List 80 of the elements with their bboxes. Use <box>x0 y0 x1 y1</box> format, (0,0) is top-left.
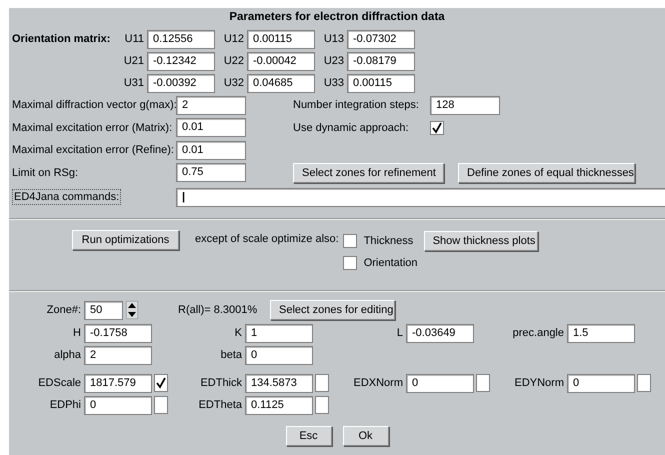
parameter-label: Maximal excitation error (Matrix): <box>12 122 172 134</box>
zone-field[interactable]: 50 <box>84 300 123 320</box>
dialog-button[interactable]: Ok <box>342 426 388 446</box>
parameter-field[interactable]: -0.03649 <box>406 324 474 342</box>
matrix-element-label: U12 <box>222 33 245 45</box>
parameter-field[interactable]: 2 <box>176 96 246 115</box>
dialog-title: Parameters for electron diffraction data <box>228 11 446 25</box>
parameter-label: EDYNorm <box>514 377 564 389</box>
matrix-element-label: U32 <box>222 77 245 89</box>
parameter-field[interactable]: 0.1125 <box>245 396 313 414</box>
matrix-element-label: U33 <box>322 77 345 89</box>
parameter-field[interactable]: 0.01 <box>176 118 246 138</box>
parameter-field[interactable]: -0.1758 <box>84 324 152 342</box>
parameter-label: Maximal diffraction vector g(max): <box>12 99 177 112</box>
spinner-icon[interactable] <box>126 301 138 319</box>
refine-checkbox[interactable] <box>315 374 329 392</box>
parameter-label: Maximal excitation error (Refine): <box>12 144 174 156</box>
matrix-element-label: U21 <box>122 55 145 67</box>
matrix-element-label: U13 <box>322 33 345 45</box>
parameter-field[interactable]: 1.5 <box>567 324 635 342</box>
matrix-element-field[interactable]: -0.00392 <box>147 74 215 92</box>
parameter-field[interactable]: 134.5873 <box>245 374 313 392</box>
zones-button[interactable]: Select zones for refinement <box>293 162 444 183</box>
matrix-element-label: U31 <box>122 77 145 89</box>
matrix-element-field[interactable]: -0.07302 <box>347 30 415 48</box>
commands-label: ED4Jana commands: <box>12 189 122 205</box>
refine-checkbox[interactable] <box>154 374 168 392</box>
parameter-label: EDXNorm <box>353 377 403 389</box>
parameter-label: EDScale <box>38 377 81 389</box>
show-plots-button[interactable]: Show thickness plots <box>424 231 538 251</box>
matrix-element-field[interactable]: 0.12556 <box>147 30 215 48</box>
r-all-value: R(all)= 8.3001% <box>178 304 258 316</box>
parameter-label: L <box>396 327 403 339</box>
dialog-button[interactable]: Esc <box>286 426 332 446</box>
parameter-label: EDThick <box>200 377 242 389</box>
parameter-label: Use dynamic approach: <box>293 122 409 134</box>
parameter-label: beta <box>220 349 242 361</box>
parameter-field[interactable]: 0.75 <box>176 163 246 182</box>
zone-label: Zone#: <box>46 304 81 316</box>
refine-checkbox[interactable] <box>476 374 490 392</box>
matrix-element-field[interactable]: 0.00115 <box>347 74 415 92</box>
parameter-field[interactable]: 1 <box>245 324 313 342</box>
matrix-element-field[interactable]: -0.12342 <box>147 52 215 70</box>
option-checkbox[interactable] <box>342 256 357 270</box>
parameter-label: K <box>234 327 242 339</box>
matrix-element-label: U22 <box>222 55 245 67</box>
parameter-field[interactable]: 0 <box>406 374 474 392</box>
parameter-field[interactable]: 0 <box>567 374 635 392</box>
parameter-field[interactable]: 1817.579 <box>84 374 152 392</box>
parameter-field[interactable]: 0.01 <box>176 140 246 160</box>
matrix-element-field[interactable]: 0.00115 <box>247 30 315 48</box>
parameter-field[interactable]: 128 <box>430 96 500 115</box>
parameter-label: EDPhi <box>50 399 81 411</box>
optimize-label: except of scale optimize also: <box>195 233 339 245</box>
parameter-field[interactable]: 0 <box>84 396 152 414</box>
option-label: Thickness <box>364 235 414 247</box>
zones-button[interactable]: Define zones of equal thicknesses <box>458 162 635 183</box>
matrix-element-label: U11 <box>124 33 145 45</box>
parameter-label: alpha <box>54 349 81 361</box>
commands-field[interactable]: | <box>176 188 665 206</box>
matrix-element-field[interactable]: 0.04685 <box>247 74 315 92</box>
matrix-element-field[interactable]: -0.00042 <box>247 52 315 70</box>
parameter-label: H <box>73 327 81 339</box>
parameter-label: Limit on RSg: <box>12 166 78 179</box>
matrix-element-label: U23 <box>322 55 345 67</box>
option-checkbox[interactable] <box>342 234 357 248</box>
parameter-label: prec.angle <box>512 327 564 339</box>
matrix-element-field[interactable]: -0.08179 <box>347 52 415 70</box>
parameter-label: Number integration steps: <box>293 99 419 112</box>
option-label: Orientation <box>364 257 416 269</box>
dynamic-approach-checkbox[interactable] <box>430 120 444 135</box>
select-zones-button[interactable]: Select zones for editing <box>270 300 395 320</box>
refine-checkbox[interactable] <box>315 396 329 414</box>
refine-checkbox[interactable] <box>154 396 168 414</box>
refine-checkbox[interactable] <box>637 374 651 392</box>
parameter-field[interactable]: 2 <box>84 346 152 364</box>
orientation-matrix-label: Orientation matrix: <box>12 33 110 45</box>
run-optimizations-button[interactable]: Run optimizations <box>72 230 179 250</box>
parameter-label: EDTheta <box>198 399 242 411</box>
parameter-field[interactable]: 0 <box>245 346 313 364</box>
